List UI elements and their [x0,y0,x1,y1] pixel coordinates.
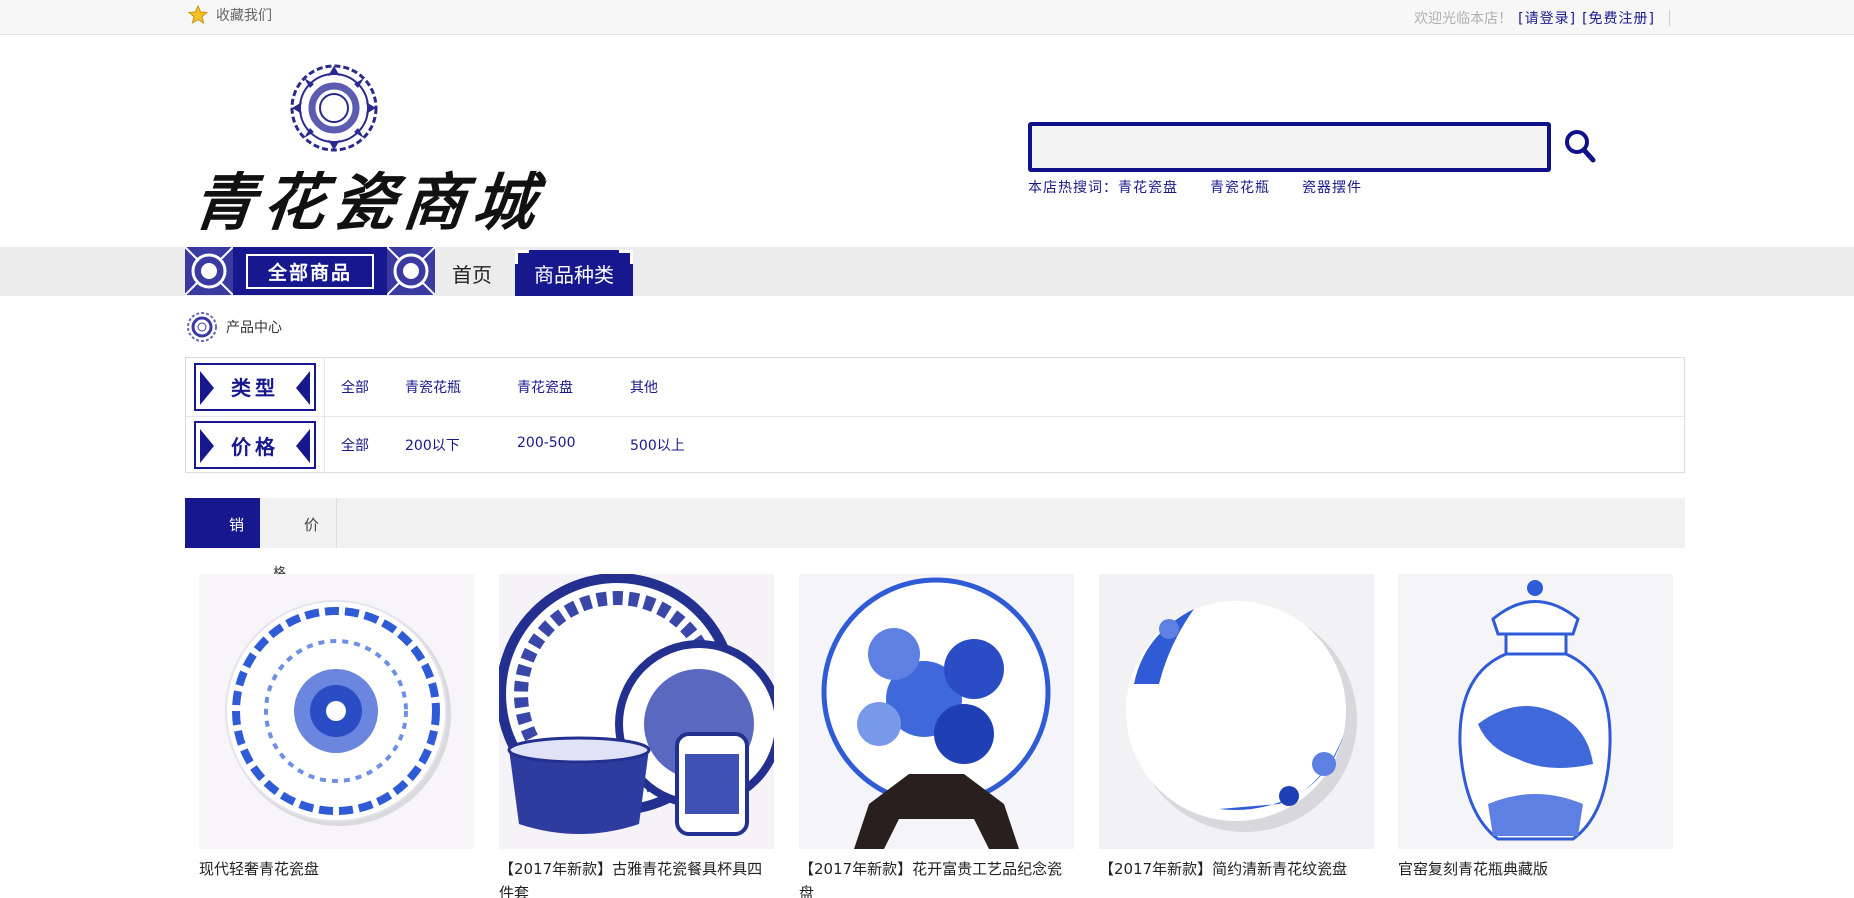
favorite-link[interactable]: 收藏我们 [188,4,272,26]
welcome-area: 欢迎光临本店！ [请登录] [免费注册] [1414,8,1670,28]
search-button[interactable] [1563,128,1597,164]
vase-image[interactable] [1398,574,1673,849]
corner-decoration [619,250,633,264]
price-filter-row: 价格 全部 200以下 200-500 500以上 [186,416,1684,473]
register-link[interactable]: [免费注册] [1582,8,1655,28]
hot-keyword[interactable]: 青花瓷盘 [1118,177,1178,197]
breadcrumb-label: 产品中心 [226,320,282,336]
minimal-plate-image[interactable] [1099,574,1374,849]
filter-option[interactable]: 500以上 [630,435,710,455]
favorite-label: 收藏我们 [216,8,272,24]
filter-panel: 类型 全部 青瓷花瓶 青花瓷盘 其他 价格 全部 200以下 200-500 5… [185,357,1685,473]
filter-option[interactable]: 青花瓷盘 [517,377,630,397]
hot-keyword[interactable]: 青瓷花瓶 [1210,177,1270,197]
divider [1669,10,1670,26]
filter-option[interactable]: 青瓷花瓶 [405,377,517,397]
product-title[interactable]: 【2017年新款】简约清新青花纹瓷盘 [1099,857,1374,881]
divider [324,417,325,473]
product-card[interactable]: 【2017年新款】花开富贵工艺品纪念瓷盘 [799,574,1074,898]
top-bar: 收藏我们 欢迎光临本店！ [请登录] [免费注册] [0,0,1854,35]
product-title[interactable]: 【2017年新款】花开富贵工艺品纪念瓷盘 [799,857,1074,898]
type-options: 全部 青瓷花瓶 青花瓷盘 其他 [341,377,710,397]
filter-option[interactable]: 其他 [630,377,710,397]
peony-plate-image[interactable] [799,574,1074,849]
nav-category[interactable]: 商品种类 [515,250,633,296]
logo-text: 青花瓷商城 [189,166,548,239]
login-link[interactable]: [请登录] [1518,8,1576,28]
product-title[interactable]: 现代轻奢青花瓷盘 [199,857,474,881]
all-goods-button[interactable]: 全部商品 [185,247,435,295]
type-filter-row: 类型 全部 青瓷花瓶 青花瓷盘 其他 [186,358,1684,415]
welcome-text: 欢迎光临本店！ [1414,11,1513,27]
product-card[interactable]: 现代轻奢青花瓷盘 [199,574,474,881]
ornament-icon [387,247,435,295]
divider [324,358,325,415]
plate-floral-image[interactable] [199,574,474,849]
product-card[interactable]: 【2017年新款】古雅青花瓷餐具杯具四件套 [499,574,774,898]
filter-option[interactable]: 全部 [341,435,405,455]
product-card[interactable]: 官窑复刻青花瓶典藏版 [1398,574,1673,881]
filter-option[interactable]: 200以下 [405,435,517,455]
sort-by-price-button[interactable]: 价 [262,498,337,548]
product-title[interactable]: 【2017年新款】古雅青花瓷餐具杯具四件套 [499,857,774,898]
price-filter-label: 价格 [194,421,316,469]
corner-decoration [515,250,529,264]
hot-search: 本店热搜词： 青花瓷盘 青瓷花瓶 瓷器摆件 [1028,177,1394,197]
search-box [1028,122,1551,172]
porcelain-seal-icon [290,64,378,152]
breadcrumb: 产品中心 [186,311,282,343]
filter-option[interactable]: 全部 [341,377,405,397]
star-icon [188,5,208,25]
hot-keyword[interactable]: 瓷器摆件 [1302,177,1362,197]
product-title[interactable]: 官窑复刻青花瓶典藏版 [1398,857,1673,881]
nav-category-label: 商品种类 [534,262,614,287]
all-goods-label: 全部商品 [245,253,374,289]
tableware-set-image[interactable] [499,574,774,849]
type-filter-label: 类型 [194,362,316,411]
ornament-icon [185,247,233,295]
sort-bar [185,498,1685,548]
sort-by-sales-button[interactable]: 销 [185,498,260,548]
medallion-icon [187,312,217,342]
product-card[interactable]: 【2017年新款】简约清新青花纹瓷盘 [1099,574,1374,881]
nav-home[interactable]: 首页 [452,259,492,288]
search-icon [1565,130,1596,163]
price-options: 全部 200以下 200-500 500以上 [341,435,710,455]
filter-option[interactable]: 200-500 [517,435,630,455]
hot-search-label: 本店热搜词： [1028,180,1118,196]
site-logo[interactable]: 青花瓷商城 [190,60,547,239]
search-input[interactable] [1032,126,1547,168]
